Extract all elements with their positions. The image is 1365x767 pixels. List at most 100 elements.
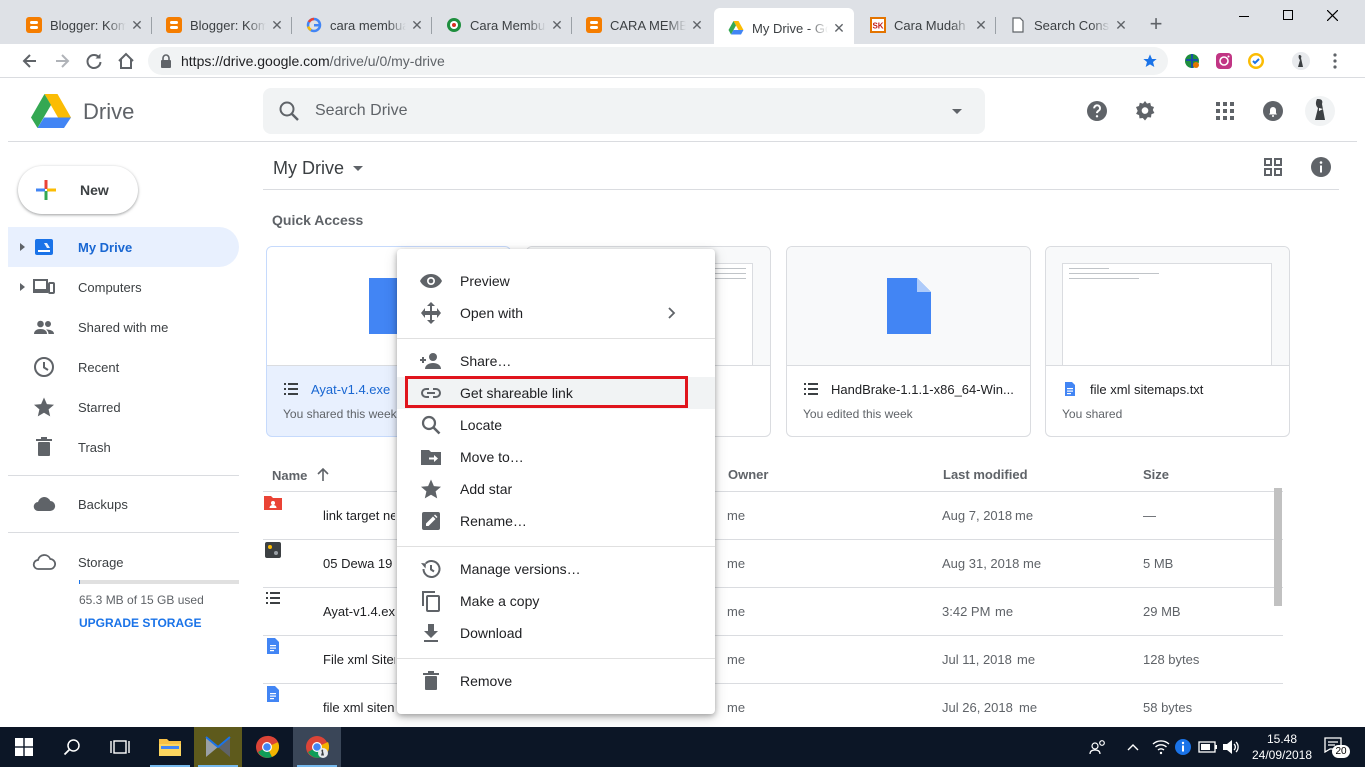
minimize-button[interactable] — [1222, 4, 1266, 26]
extension-globe-icon[interactable] — [1183, 52, 1201, 70]
sidebar-item-recent[interactable]: Recent — [8, 347, 239, 387]
close-tab-icon[interactable]: ✕ — [266, 17, 288, 34]
menu-item-manage-versions[interactable]: Manage versions… — [397, 553, 715, 585]
sidebar-item-shared[interactable]: Shared with me — [8, 307, 239, 347]
close-tab-icon[interactable]: ✕ — [546, 17, 568, 34]
column-size-header[interactable]: Size — [1143, 467, 1169, 482]
close-tab-icon[interactable]: ✕ — [686, 17, 708, 34]
help-icon[interactable] — [1085, 99, 1109, 123]
search-bar[interactable] — [263, 88, 985, 134]
app-taskbar-button[interactable] — [194, 727, 242, 767]
forward-icon[interactable] — [52, 51, 72, 71]
maximize-button[interactable] — [1266, 4, 1310, 26]
new-button[interactable]: New — [18, 166, 138, 214]
search-input[interactable] — [315, 88, 915, 134]
svg-text:SK: SK — [872, 22, 883, 31]
chrome-taskbar-button[interactable] — [243, 727, 291, 767]
close-tab-icon[interactable]: ✕ — [970, 17, 992, 34]
menu-item-preview[interactable]: Preview — [397, 265, 715, 297]
browser-tab[interactable]: cara membuat link✕ — [292, 8, 432, 42]
drive-logo-icon[interactable] — [31, 94, 71, 128]
file-explorer-taskbar-button[interactable] — [146, 727, 194, 767]
quick-access-card[interactable]: HandBrake-1.1.1-x86_64-Win... You edited… — [786, 246, 1031, 437]
taskbar-search-button[interactable] — [48, 727, 96, 767]
notifications-bell-icon[interactable] — [1261, 99, 1285, 123]
bookmark-star-icon[interactable] — [1142, 53, 1158, 69]
extension-check-icon[interactable] — [1247, 52, 1265, 70]
search-options-icon[interactable] — [945, 99, 969, 123]
clock-icon — [34, 357, 54, 377]
search-icon[interactable] — [277, 99, 301, 123]
reload-icon[interactable] — [84, 51, 104, 71]
browser-tab[interactable]: Search Console✕ — [996, 8, 1136, 42]
sidebar-item-backups[interactable]: Backups — [8, 484, 239, 524]
browser-tab[interactable]: Blogger: Komputer✕ — [152, 8, 292, 42]
menu-item-open-with[interactable]: Open with — [397, 297, 715, 329]
browser-tab[interactable]: CARA MEMBUAT✕ — [572, 8, 712, 42]
caret-right-icon[interactable] — [16, 241, 28, 253]
browser-tab-active[interactable]: My Drive - Google Drive✕ — [714, 8, 854, 48]
windows-taskbar: 15.48 24/09/2018 20 — [0, 727, 1365, 767]
volume-icon[interactable] — [1222, 739, 1240, 755]
grid-view-icon[interactable] — [1261, 155, 1285, 179]
sidebar-item-computers[interactable]: Computers — [8, 267, 239, 307]
menu-item-locate[interactable]: Locate — [397, 409, 715, 441]
close-tab-icon[interactable]: ✕ — [406, 17, 428, 34]
info-icon[interactable] — [1309, 155, 1333, 179]
column-name-header[interactable]: Name — [272, 467, 331, 483]
menu-item-share[interactable]: Share… — [397, 345, 715, 377]
close-window-button[interactable] — [1310, 4, 1354, 26]
apps-grid-icon[interactable] — [1213, 99, 1237, 123]
my-drive-title-button[interactable]: My Drive — [273, 156, 370, 180]
menu-divider — [397, 658, 715, 659]
menu-item-move-to[interactable]: Move to… — [397, 441, 715, 473]
drive-logo-text[interactable]: Drive — [83, 99, 134, 125]
upgrade-storage-link[interactable]: UPGRADE STORAGE — [79, 616, 201, 630]
sidebar-item-my-drive[interactable]: My Drive — [8, 227, 239, 267]
sidebar-item-storage[interactable]: Storage — [8, 542, 239, 582]
menu-item-add-star[interactable]: Add star — [397, 473, 715, 505]
back-icon[interactable] — [20, 51, 40, 71]
menu-item-remove[interactable]: Remove — [397, 665, 715, 697]
chrome-profile-taskbar-button[interactable] — [293, 727, 341, 767]
chevron-up-icon[interactable] — [1126, 740, 1140, 754]
action-center-button[interactable]: 20 — [1320, 735, 1350, 759]
settings-gear-icon[interactable] — [1133, 99, 1157, 123]
close-tab-icon[interactable]: ✕ — [126, 17, 148, 34]
sidebar-item-starred[interactable]: Starred — [8, 387, 239, 427]
cloud-outline-icon — [32, 554, 56, 570]
caret-right-icon[interactable] — [16, 281, 28, 293]
card-subtitle: You shared this week — [283, 407, 397, 421]
quick-access-card[interactable]: file xml sitemaps.txt You shared — [1045, 246, 1290, 437]
instagram-icon[interactable] — [1215, 52, 1233, 70]
dropdown-arrow-icon — [353, 166, 363, 171]
menu-item-rename[interactable]: Rename… — [397, 505, 715, 537]
account-avatar-icon[interactable] — [1305, 95, 1335, 127]
new-tab-button[interactable]: + — [1145, 13, 1167, 36]
address-bar[interactable]: https://drive.google.com/drive/u/0/my-dr… — [148, 47, 1168, 75]
task-view-button[interactable] — [96, 727, 144, 767]
storage-progress-bar — [79, 580, 239, 584]
start-button[interactable] — [0, 727, 48, 767]
profile-avatar-icon[interactable] — [1292, 52, 1310, 70]
browser-tab[interactable]: Cara Membuat Link✕ — [432, 8, 572, 42]
menu-item-download[interactable]: Download — [397, 617, 715, 649]
battery-icon[interactable] — [1198, 740, 1218, 754]
system-clock[interactable]: 15.48 24/09/2018 — [1245, 731, 1319, 763]
browser-tab[interactable]: SK Cara Mudah mem✕ — [856, 8, 996, 42]
file-list-scrollbar[interactable] — [1274, 488, 1282, 606]
menu-item-make-copy[interactable]: Make a copy — [397, 585, 715, 617]
people-tray-icon[interactable] — [1089, 738, 1107, 756]
wifi-icon[interactable] — [1152, 739, 1170, 755]
sort-arrow-up-icon[interactable] — [315, 467, 331, 483]
home-icon[interactable] — [116, 51, 136, 71]
menu-dots-icon[interactable] — [1326, 52, 1344, 70]
sidebar-item-trash[interactable]: Trash — [8, 427, 239, 467]
close-tab-icon[interactable]: ✕ — [828, 20, 850, 37]
browser-tab[interactable]: Blogger: Komputer✕ — [12, 8, 152, 42]
blogger-icon — [586, 17, 602, 33]
info-tray-icon[interactable] — [1174, 738, 1192, 756]
column-modified-header[interactable]: Last modified — [943, 467, 1028, 482]
close-tab-icon[interactable]: ✕ — [1110, 17, 1132, 34]
column-owner-header[interactable]: Owner — [728, 467, 768, 482]
